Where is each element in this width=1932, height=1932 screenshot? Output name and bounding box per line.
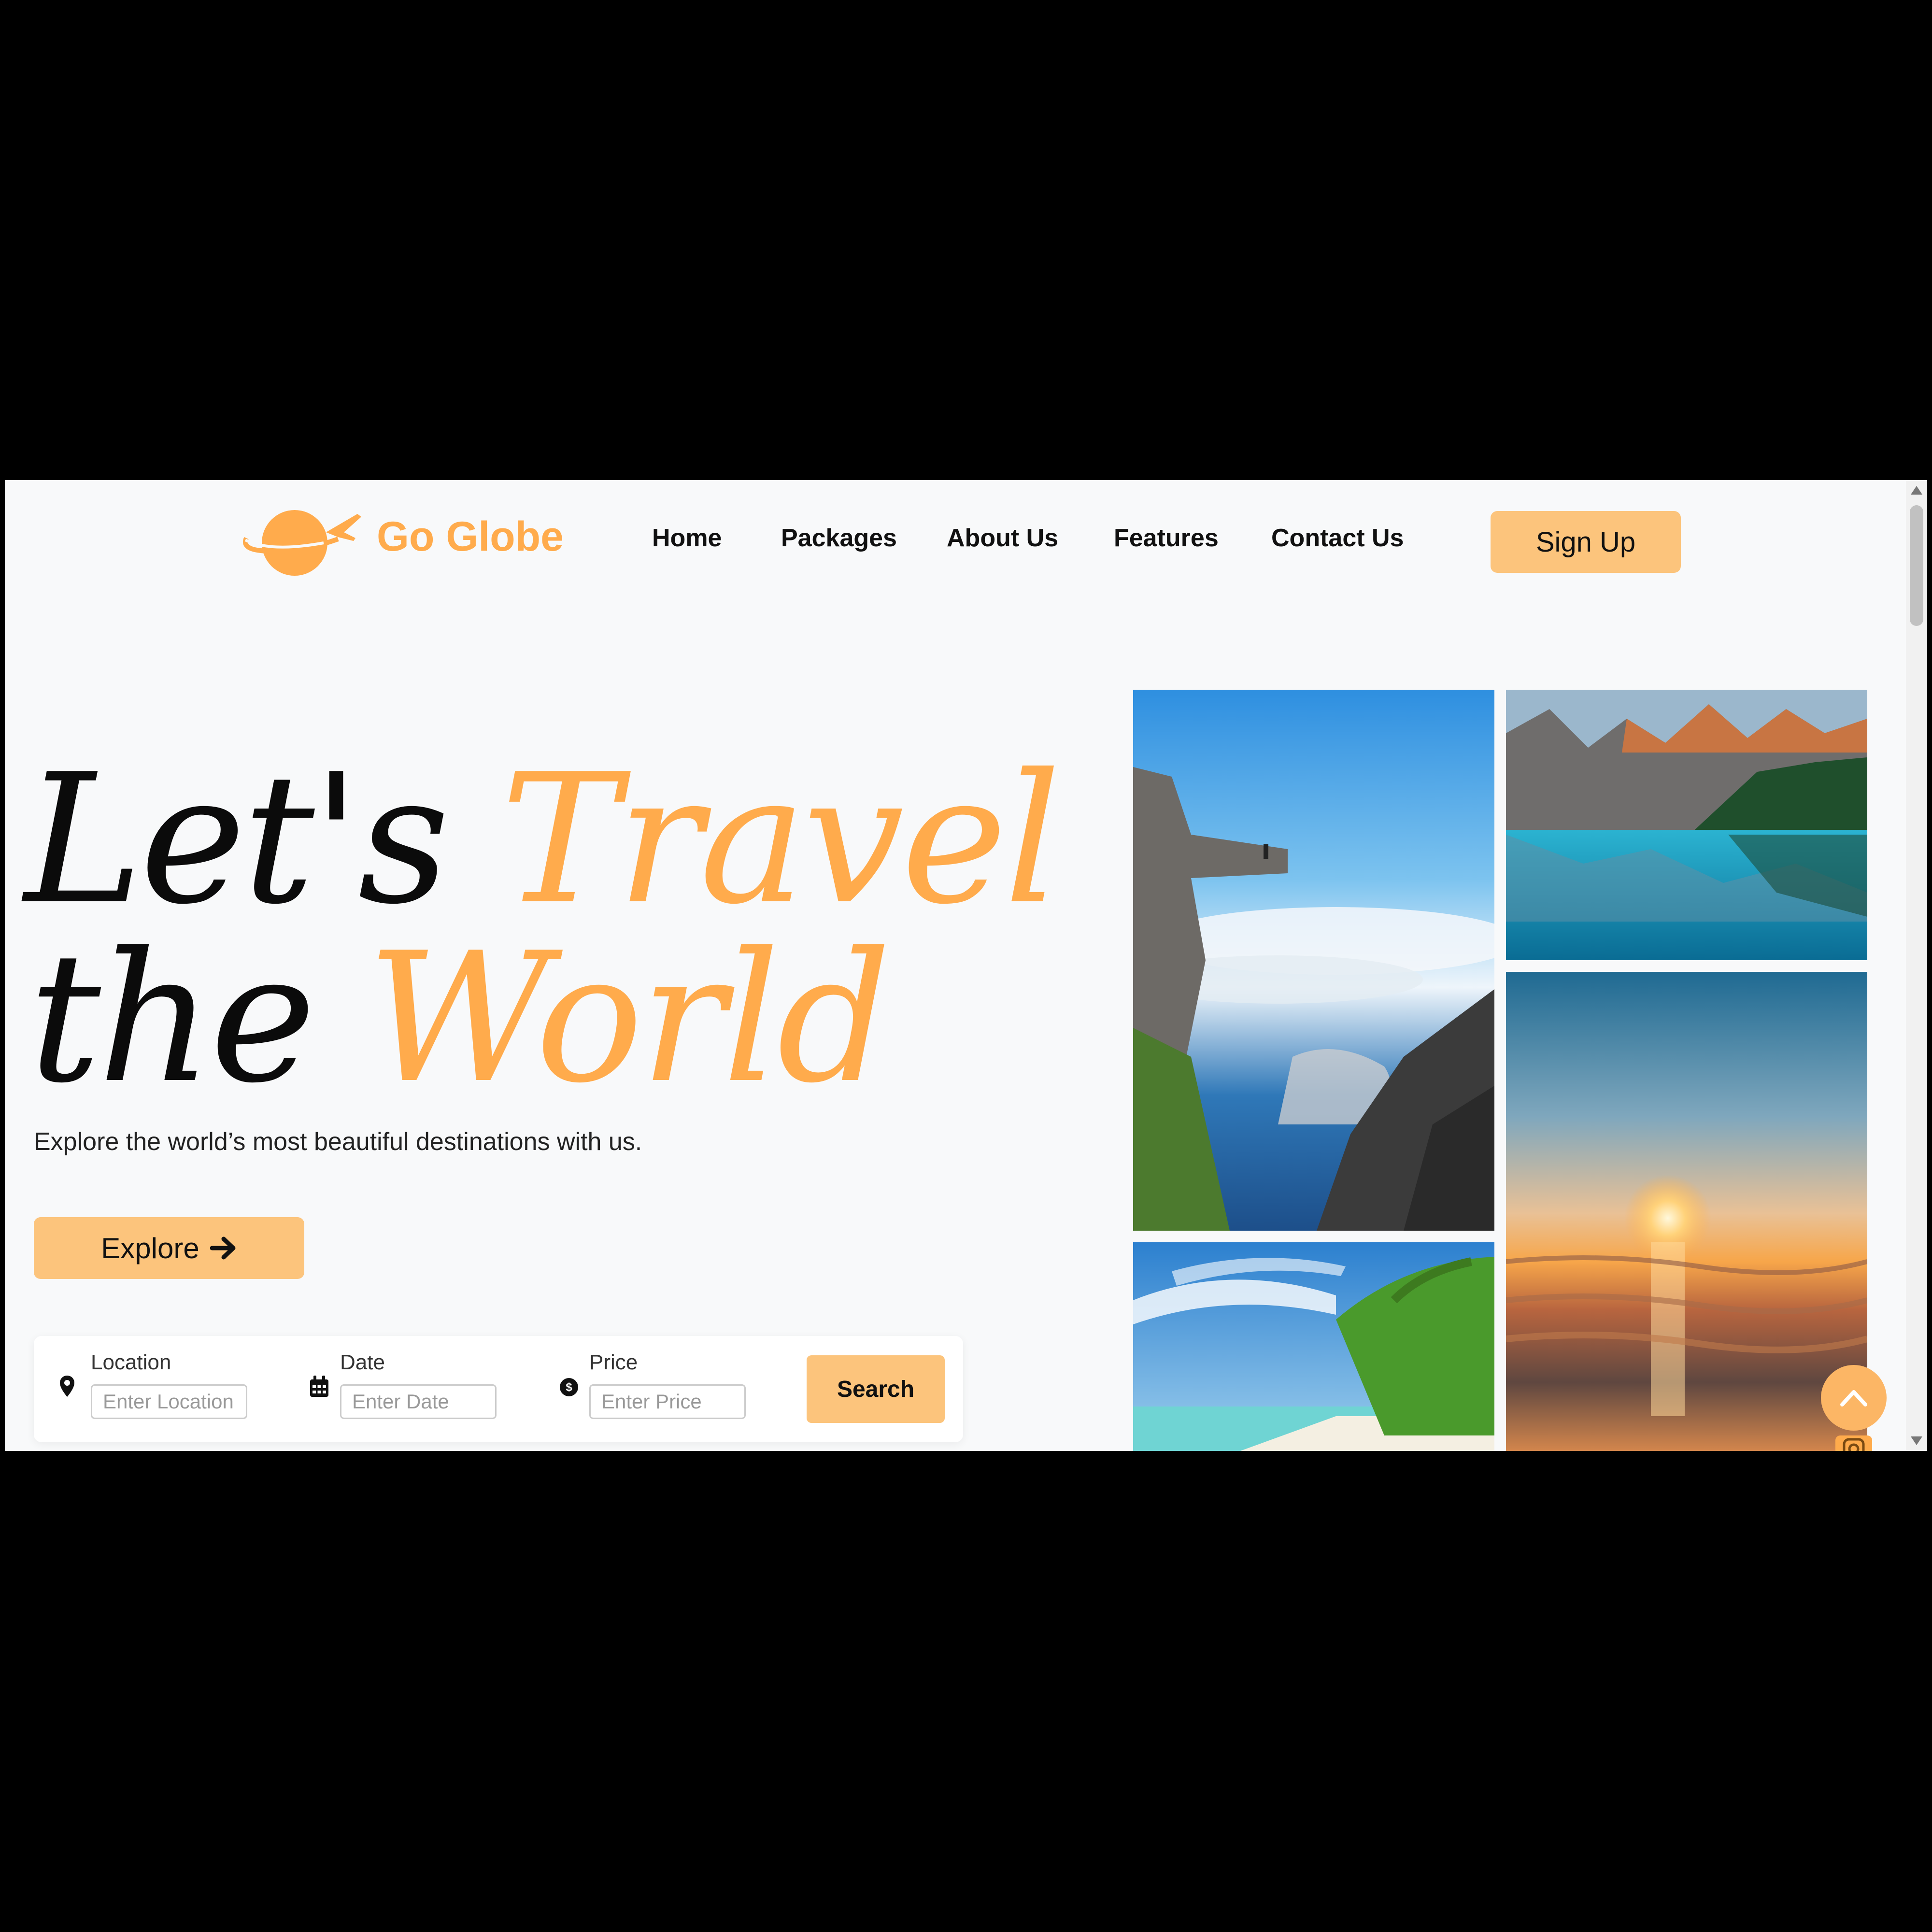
mountain-lake-image <box>1506 690 1867 960</box>
hero-word-lets: Let's <box>24 736 450 944</box>
instagram-icon[interactable] <box>1835 1435 1872 1451</box>
sign-up-button[interactable]: Sign Up <box>1491 511 1681 573</box>
scroll-to-top-button[interactable] <box>1821 1365 1887 1431</box>
ocean-sunset-image <box>1506 972 1867 1451</box>
date-input[interactable] <box>340 1384 497 1419</box>
tropical-beach-image <box>1133 1242 1494 1451</box>
hero-heading-line2: the World <box>29 929 892 1108</box>
scrollbar-thumb[interactable] <box>1910 505 1923 626</box>
calendar-icon <box>310 1376 328 1397</box>
scroll-down-arrow-icon[interactable] <box>1911 1436 1922 1445</box>
nav-packages[interactable]: Packages <box>781 524 897 553</box>
dollar-coin-icon: $ <box>560 1378 578 1396</box>
hero-heading-line1: Let's Travel <box>24 751 1061 929</box>
price-label: Price <box>589 1350 638 1374</box>
gallery-photo-cliff[interactable] <box>1133 690 1494 1231</box>
gallery-photo-ocean-sunset[interactable] <box>1506 972 1867 1451</box>
hero-word-the: the <box>29 915 316 1122</box>
gallery-photo-tropical-beach[interactable] <box>1133 1242 1494 1451</box>
nav-contact-us[interactable]: Contact Us <box>1271 524 1404 553</box>
explore-button[interactable]: Explore <box>34 1217 304 1279</box>
explore-label: Explore <box>101 1232 199 1264</box>
search-card: Location Date $ Price Search <box>34 1336 963 1442</box>
svg-text:$: $ <box>566 1381 572 1394</box>
vertical-scrollbar[interactable] <box>1906 480 1927 1451</box>
globe-plane-icon[interactable] <box>242 504 367 577</box>
nav-home[interactable]: Home <box>652 524 722 553</box>
nav-about-us[interactable]: About Us <box>947 524 1058 553</box>
location-input[interactable] <box>91 1384 247 1419</box>
price-input[interactable] <box>589 1384 746 1419</box>
hero-word-world: World <box>367 915 892 1122</box>
chevron-up-icon <box>1840 1390 1867 1406</box>
location-label: Location <box>91 1350 171 1374</box>
date-label: Date <box>340 1350 385 1374</box>
nav-features[interactable]: Features <box>1114 524 1219 553</box>
hero-word-travel: Travel <box>500 736 1062 944</box>
cliff-over-clouds-image <box>1133 690 1494 1231</box>
brand-name[interactable]: Go Globe <box>377 513 564 561</box>
browser-viewport: Go Globe Home Packages About Us Features… <box>5 480 1906 1451</box>
scroll-up-arrow-icon[interactable] <box>1911 486 1922 495</box>
gallery-photo-mountain-lake[interactable] <box>1506 690 1867 960</box>
search-button[interactable]: Search <box>807 1355 945 1423</box>
arrow-right-icon <box>210 1236 236 1260</box>
location-pin-icon <box>60 1376 74 1397</box>
hero-subtitle: Explore the world’s most beautiful desti… <box>34 1128 642 1156</box>
